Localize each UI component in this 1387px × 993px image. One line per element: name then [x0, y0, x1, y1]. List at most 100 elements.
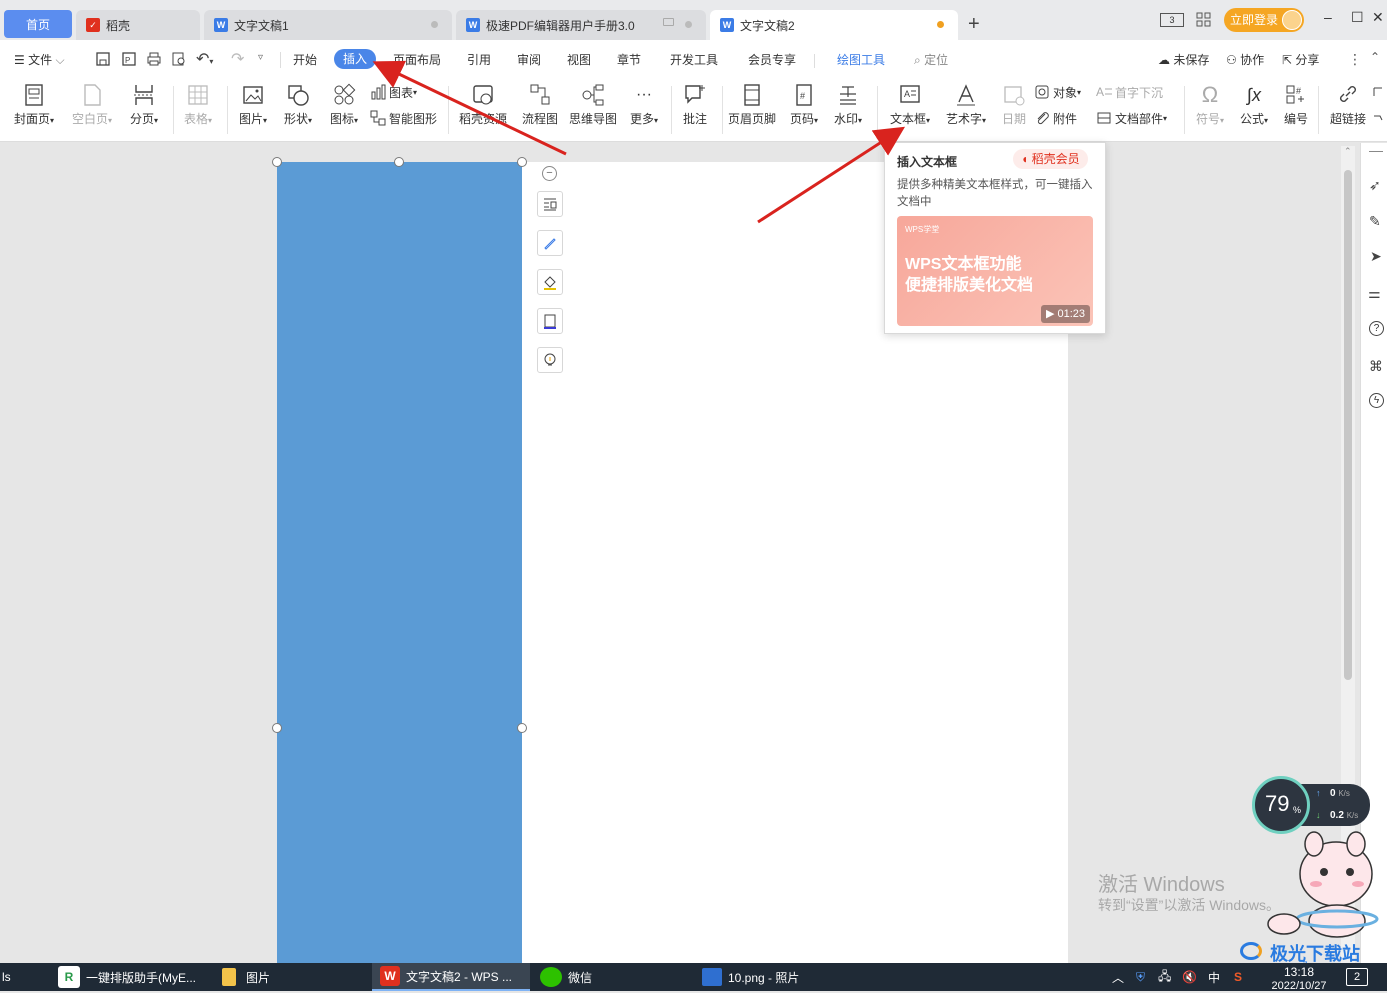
tray-sogou-icon[interactable]: S — [1234, 963, 1242, 991]
table-button[interactable]: 表格▾ — [170, 82, 226, 127]
cursor-select-icon[interactable]: ➤ — [1370, 248, 1382, 265]
tab-pdf[interactable]: W 极速PDF编辑器用户手册3.0 — [456, 10, 706, 40]
maximize-button[interactable]: ☐ — [1351, 9, 1364, 26]
export-pdf-icon[interactable]: P — [121, 51, 137, 67]
selected-rectangle-shape[interactable] — [277, 162, 522, 963]
object-button[interactable]: 对象 ▾ — [1034, 82, 1081, 102]
smart-tip-button[interactable] — [537, 347, 563, 373]
tab-home[interactable]: 首页 — [4, 10, 72, 38]
close-button[interactable]: ✕ — [1372, 9, 1384, 26]
layout-options-button[interactable] — [537, 191, 563, 217]
tab-view[interactable]: 视图 — [564, 50, 594, 70]
comment-button[interactable]: 批注 — [667, 82, 723, 127]
outline-style-button[interactable] — [537, 230, 563, 256]
taskbar-app-wechat[interactable]: 微信 — [540, 963, 690, 991]
cover-page-button[interactable]: 封面页▾ — [6, 82, 62, 127]
docparts-button[interactable]: 文档部件 ▾ — [1096, 108, 1167, 128]
undo-icon[interactable]: ↶▾ — [196, 49, 213, 69]
daoke-resources-button[interactable]: 稻壳资源 — [455, 82, 511, 127]
border-button[interactable] — [537, 308, 563, 334]
video-thumbnail[interactable]: WPS学堂 WPS文本框功能 便捷排版美化文档 ▶ 01:23 — [897, 216, 1093, 326]
blank-page-button[interactable]: 空白页▾ — [64, 82, 120, 127]
tab-member[interactable]: 会员专享 — [744, 50, 800, 70]
tab-daoke[interactable]: ✓ 稻壳 — [76, 10, 200, 40]
more-button[interactable]: ··· 更多▾ — [616, 82, 672, 127]
taskbar-app-folder[interactable]: 图片 — [222, 963, 362, 991]
grid-apps-icon[interactable] — [1196, 12, 1212, 28]
resize-handle[interactable] — [272, 157, 282, 167]
resize-handle[interactable] — [272, 723, 282, 733]
edit-pen-icon[interactable]: ✎ — [1369, 213, 1381, 230]
tab-chapter[interactable]: 章节 — [614, 50, 644, 70]
page-break-button[interactable]: 分页▾ — [116, 82, 172, 127]
sliders-icon[interactable]: ⚌ — [1368, 285, 1381, 302]
tab-page-layout[interactable]: 页面布局 — [390, 50, 444, 70]
redo-icon[interactable]: ↷ — [231, 49, 244, 69]
login-button[interactable]: 立即登录 — [1224, 8, 1304, 32]
help-icon[interactable]: ? — [1369, 321, 1384, 336]
tab-doc2[interactable]: W 文字文稿2 — [710, 10, 958, 40]
tab-doc2-unsaved-dot[interactable] — [937, 21, 944, 28]
mindmap-button[interactable]: 思维导图 — [565, 82, 621, 127]
tray-volume-mute-icon[interactable]: 🔇 — [1182, 963, 1197, 991]
resize-handle[interactable] — [394, 157, 404, 167]
tab-review[interactable]: 审阅 — [514, 50, 544, 70]
tray-ime-indicator[interactable]: 中 — [1208, 963, 1220, 991]
ribbon-overflow-icon[interactable] — [1372, 86, 1384, 126]
tab-pdf-close-dot[interactable] — [685, 21, 692, 28]
tray-clock[interactable]: 13:18 2022/10/27 — [1264, 965, 1334, 993]
tab-insert[interactable]: 插入 — [334, 49, 376, 69]
3d-icon[interactable]: 3 — [1160, 13, 1184, 27]
taskbar-app-myeditor[interactable]: R 一键排版助手(MyE... — [58, 963, 208, 991]
member-badge[interactable]: ◖ 稻壳会员 — [1013, 149, 1088, 169]
notification-center-icon[interactable]: 2 — [1346, 968, 1368, 986]
quick-access-more-icon[interactable]: ▿ — [258, 52, 263, 63]
add-tab-button[interactable]: + — [968, 12, 980, 36]
tab-drawing-tools[interactable]: 绘图工具 — [832, 50, 890, 70]
smartart-button[interactable]: 智能图形 — [370, 108, 437, 128]
tab-doc1[interactable]: W 文字文稿1 — [204, 10, 452, 40]
chart-button[interactable]: 图表 ▾ — [370, 82, 417, 102]
scrollbar-thumb[interactable] — [1344, 170, 1352, 680]
more-vertical-icon[interactable]: ⋮ — [1348, 51, 1362, 68]
scroll-up-icon[interactable]: ⌃ — [1344, 146, 1352, 157]
bunny-mascot[interactable] — [1262, 826, 1384, 946]
resize-handle[interactable] — [517, 723, 527, 733]
tray-network-icon[interactable]: 🖧 — [1158, 963, 1171, 991]
attachment-button[interactable]: 附件 — [1034, 108, 1077, 128]
taskbar-app-wps[interactable]: W 文字文稿2 - WPS ... — [372, 963, 530, 991]
watermark-button[interactable]: 水印▾ — [820, 82, 876, 127]
header-footer-button[interactable]: 页眉页脚 — [724, 82, 780, 127]
tab-devtools[interactable]: 开发工具 — [666, 50, 722, 70]
fill-button[interactable] — [537, 269, 563, 295]
tab-start[interactable]: 开始 — [290, 50, 320, 70]
rocket-icon[interactable]: ➶ — [1369, 177, 1381, 194]
tab-doc1-close-dot[interactable] — [431, 21, 438, 28]
hyperlink-button[interactable]: 超链接 — [1320, 82, 1376, 127]
ai-chip-icon[interactable]: ⌘ — [1369, 358, 1383, 375]
numbering-button[interactable]: # 编号 — [1268, 82, 1324, 127]
collab-button[interactable]: ⚇ 协作 — [1226, 50, 1276, 70]
collapse-ribbon-icon[interactable]: ⌃ — [1370, 50, 1380, 64]
taskbar-app-photos[interactable]: 10.png - 照片 — [702, 963, 862, 991]
icon-button[interactable]: 图标▾ — [316, 82, 372, 127]
unsaved-status[interactable]: ☁ 未保存 — [1158, 50, 1218, 70]
collapse-tools-icon[interactable]: − — [542, 166, 557, 181]
save-icon[interactable] — [95, 51, 111, 67]
tab-reference[interactable]: 引用 — [464, 50, 494, 70]
taskbar-ls[interactable]: ls — [2, 963, 11, 991]
print-icon[interactable] — [146, 51, 162, 67]
locate-search[interactable]: ⌕ 定位 — [914, 50, 960, 70]
tray-shield-icon[interactable]: ⛨ — [1136, 963, 1145, 991]
panel-toggle-icon[interactable] — [1369, 151, 1383, 152]
flowchart-button[interactable]: 流程图 — [512, 82, 568, 127]
tray-chevron-up-icon[interactable]: ︿ — [1112, 963, 1124, 991]
resize-handle[interactable] — [517, 157, 527, 167]
minimize-button[interactable]: – — [1324, 9, 1332, 25]
file-menu[interactable]: ☰ 文件 ⌵ — [14, 50, 80, 70]
print-preview-icon[interactable] — [171, 51, 187, 67]
lightning-icon[interactable]: ϟ — [1369, 393, 1384, 408]
textbox-button[interactable]: A 文本框▾ — [882, 82, 938, 127]
share-button[interactable]: ⇱ 分享 — [1282, 50, 1332, 70]
dropcap-button[interactable]: A 首字下沉 — [1096, 82, 1163, 102]
